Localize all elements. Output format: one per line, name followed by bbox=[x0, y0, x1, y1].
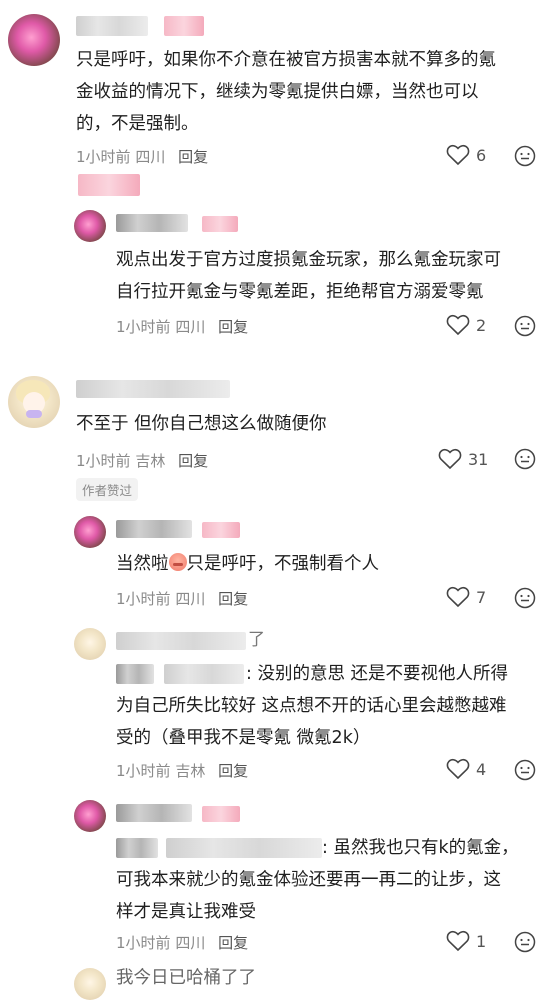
username-blurred[interactable] bbox=[116, 520, 192, 538]
like-button[interactable]: 4 bbox=[446, 758, 486, 780]
comment-line: 为自己所失比较好 这点想不开的话心里会越憋越难 bbox=[116, 696, 507, 716]
partial-comment-text: 我今日已哈桶了了 bbox=[116, 968, 256, 988]
avatar[interactable] bbox=[74, 628, 106, 660]
heart-icon bbox=[446, 314, 470, 336]
user-tag-blurred bbox=[164, 16, 204, 36]
emoji-react-icon[interactable] bbox=[514, 759, 536, 781]
comment-line: 只是呼吁，如果你不介意在被官方损害本就不算多的氪 bbox=[76, 50, 496, 70]
comment-text: 当然啦 只是呼吁，不强制看个人 bbox=[116, 548, 379, 580]
comment-text-part: 只是呼吁，不强制看个人 bbox=[186, 554, 380, 574]
timestamp: 1小时前 bbox=[76, 148, 131, 166]
reply-button[interactable]: 回复 bbox=[178, 148, 208, 166]
comment-line: : 虽然我也只有k的氪金， bbox=[322, 838, 519, 858]
like-count: 31 bbox=[468, 449, 489, 469]
reply-button[interactable]: 回复 bbox=[178, 452, 208, 470]
user-tag-blurred bbox=[202, 806, 240, 822]
avatar[interactable] bbox=[74, 968, 106, 1000]
comment-line: 的，不是强制。 bbox=[76, 114, 199, 134]
heart-icon bbox=[446, 930, 470, 952]
username-blurred[interactable] bbox=[116, 804, 192, 822]
like-button[interactable]: 7 bbox=[446, 586, 486, 608]
user-tag-blurred bbox=[202, 216, 238, 232]
comment-meta: 1小时前 四川 回复 bbox=[116, 588, 248, 609]
emoji-react-icon[interactable] bbox=[514, 315, 536, 337]
mention-blurred bbox=[116, 838, 158, 858]
like-count: 7 bbox=[476, 587, 487, 607]
username-blurred[interactable] bbox=[76, 380, 230, 398]
username-blurred[interactable] bbox=[116, 214, 188, 232]
comment-text-part: 当然啦 bbox=[116, 554, 169, 574]
username-blurred[interactable] bbox=[76, 16, 148, 36]
timestamp: 1小时前 bbox=[116, 934, 171, 952]
mention-blurred bbox=[166, 838, 322, 858]
like-count: 4 bbox=[476, 759, 487, 779]
comment-line: 自行拉开氪金与零氪差距，拒绝帮官方溺爱零氪 bbox=[116, 282, 484, 302]
comment-text: 不至于 但你自己想这么做随便你 bbox=[76, 414, 327, 434]
emoji-react-icon[interactable] bbox=[514, 145, 536, 167]
comment-line: 样才是真让我难受 bbox=[116, 902, 256, 922]
avatar[interactable] bbox=[8, 376, 60, 428]
heart-icon bbox=[446, 144, 470, 166]
like-button[interactable]: 6 bbox=[446, 144, 486, 166]
reply-button[interactable]: 回复 bbox=[218, 762, 248, 780]
comment-meta: 1小时前 四川 回复 bbox=[116, 316, 248, 337]
username-blurred[interactable] bbox=[116, 632, 246, 650]
location: 吉林 bbox=[175, 762, 206, 780]
comment-line: 可我本来就少的氪金体验还要再一再二的让步，这 bbox=[116, 870, 501, 890]
comment-line: 观点出发于官方过度损氪金玩家，那么氪金玩家可 bbox=[116, 250, 501, 270]
like-count: 2 bbox=[476, 315, 487, 335]
heart-icon bbox=[438, 448, 462, 470]
location: 四川 bbox=[175, 590, 206, 608]
timestamp: 1小时前 bbox=[116, 762, 171, 780]
location: 四川 bbox=[135, 148, 166, 166]
like-count: 6 bbox=[476, 145, 487, 165]
comment-meta: 1小时前 四川 回复 bbox=[76, 146, 208, 167]
avatar[interactable] bbox=[74, 210, 106, 242]
like-button[interactable]: 2 bbox=[446, 314, 486, 336]
mention-blurred bbox=[116, 664, 154, 684]
author-liked-badge: 作者赞过 bbox=[76, 478, 139, 501]
comment-meta: 1小时前 四川 回复 bbox=[116, 932, 248, 953]
emoji-react-icon[interactable] bbox=[514, 448, 536, 470]
like-count: 1 bbox=[476, 931, 487, 951]
reply-button[interactable]: 回复 bbox=[218, 318, 248, 336]
like-button[interactable]: 1 bbox=[446, 930, 486, 952]
mention-blurred bbox=[164, 664, 244, 684]
heart-icon bbox=[446, 758, 470, 780]
avatar[interactable] bbox=[74, 516, 106, 548]
comment-line: 受的（叠甲我不是零氪 微氪2k） bbox=[116, 728, 371, 748]
avatar[interactable] bbox=[74, 800, 106, 832]
timestamp: 1小时前 bbox=[116, 590, 171, 608]
heart-icon bbox=[446, 586, 470, 608]
reply-button[interactable]: 回复 bbox=[218, 934, 248, 952]
crying-emoji-icon bbox=[168, 553, 187, 571]
emoji-react-icon[interactable] bbox=[514, 931, 536, 953]
username-suffix: 了 bbox=[248, 630, 265, 650]
emoji-react-icon[interactable] bbox=[514, 587, 536, 609]
reply-button[interactable]: 回复 bbox=[218, 590, 248, 608]
like-button[interactable]: 31 bbox=[438, 448, 488, 470]
location: 吉林 bbox=[135, 452, 166, 470]
blurred-line bbox=[78, 174, 140, 196]
avatar[interactable] bbox=[8, 14, 60, 66]
timestamp: 1小时前 bbox=[116, 318, 171, 336]
comment-meta: 1小时前 吉林 回复 bbox=[76, 450, 208, 471]
location: 四川 bbox=[175, 318, 206, 336]
user-tag-blurred bbox=[202, 522, 240, 538]
timestamp: 1小时前 bbox=[76, 452, 131, 470]
comment-meta: 1小时前 吉林 回复 bbox=[116, 760, 248, 781]
comment-line: 金收益的情况下，继续为零氪提供白嫖，当然也可以 bbox=[76, 82, 479, 102]
location: 四川 bbox=[175, 934, 206, 952]
comment-line: : 没别的意思 还是不要视他人所得 bbox=[246, 664, 509, 684]
